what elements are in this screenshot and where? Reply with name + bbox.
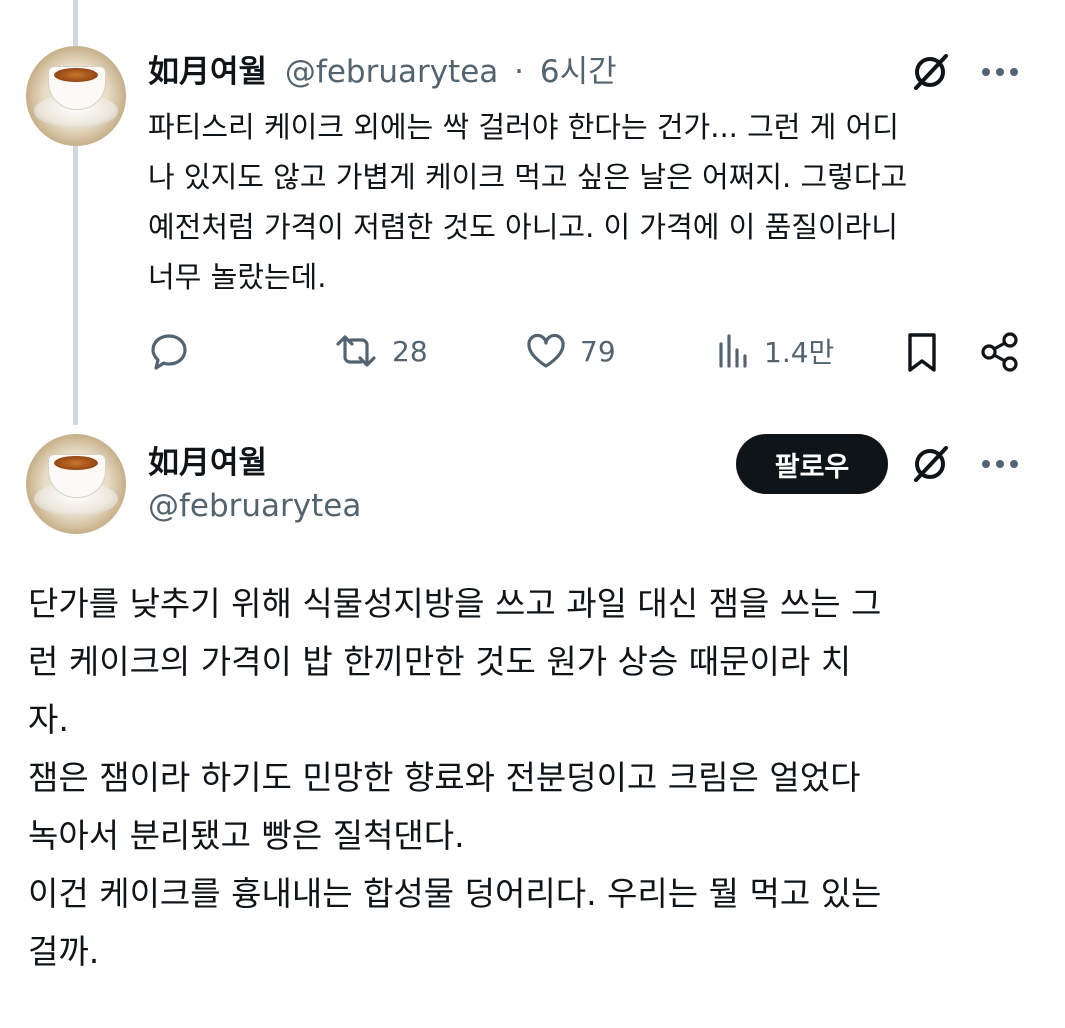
post-header: 如月여월 @februarytea · 6시간 [148, 46, 617, 91]
display-name[interactable]: 如月여월 [148, 54, 267, 90]
grok-icon[interactable] [906, 48, 954, 96]
reply-icon [151, 334, 187, 370]
more-icon[interactable] [978, 444, 1022, 484]
timestamp[interactable]: 6시간 [540, 54, 617, 90]
avatar[interactable] [26, 434, 126, 534]
tea-shape [54, 68, 98, 82]
like-button[interactable]: 79 [524, 330, 616, 372]
bookmark-icon [908, 333, 936, 372]
like-count: 79 [580, 334, 616, 368]
views-button[interactable]: 1.4만 [716, 330, 834, 372]
action-bar: 28 79 1.4만 [0, 330, 1065, 380]
display-name[interactable]: 如月여월 [148, 437, 267, 482]
share-icon [981, 332, 1018, 372]
more-icon[interactable] [978, 52, 1022, 92]
bookmark-button[interactable] [904, 330, 940, 374]
handle[interactable]: @februarytea [148, 488, 361, 524]
separator: · [514, 54, 524, 90]
views-icon [719, 334, 747, 368]
retweet-icon [336, 335, 376, 367]
views-count: 1.4만 [764, 336, 835, 369]
share-button[interactable] [978, 330, 1022, 374]
grok-icon[interactable] [906, 440, 954, 488]
avatar[interactable] [26, 46, 126, 146]
retweet-button[interactable]: 28 [332, 330, 428, 372]
heart-icon [527, 333, 565, 368]
tea-shape [54, 456, 98, 470]
reply-button[interactable] [148, 330, 190, 372]
follow-button[interactable]: 팔로우 [736, 434, 888, 494]
post-text: 파티스리 케이크 외에는 싹 걸러야 한다는 건가... 그런 게 어디 나 있… [148, 110, 908, 294]
handle[interactable]: @februarytea [285, 54, 498, 90]
retweet-count: 28 [392, 334, 428, 368]
post-text: 단가를 낮추기 위해 식물성지방을 쓰고 과일 대신 잼을 쓰는 그 런 케이크… [28, 584, 882, 971]
